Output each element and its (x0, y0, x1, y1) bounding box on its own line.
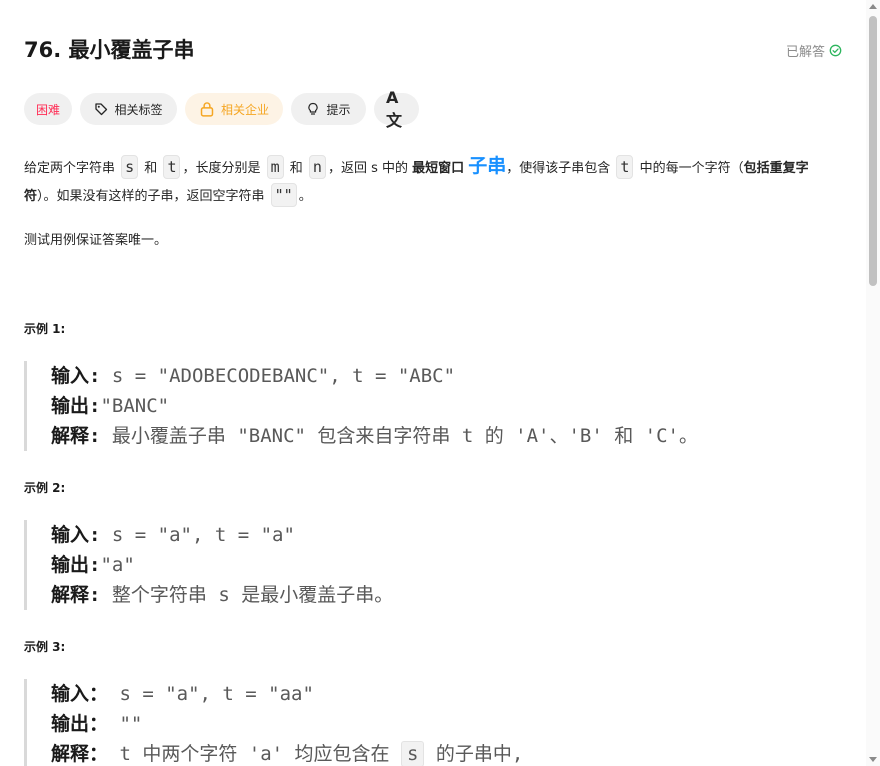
code-m: m (266, 155, 284, 179)
input-value: s = "a", t = "a" (100, 524, 295, 546)
code-s: s (121, 155, 139, 179)
output-value: "" (108, 713, 143, 735)
output-key: 输出： (51, 713, 109, 735)
title-row: 76. 最小覆盖子串 已解答 (24, 30, 842, 66)
code-n: n (308, 155, 326, 179)
difficulty-badge[interactable]: 困难 (24, 93, 72, 125)
code-s-inline: s (400, 741, 425, 766)
solved-status: 已解答 (786, 41, 842, 60)
problem-title[interactable]: 76. 最小覆盖子串 (24, 34, 195, 64)
vertical-scrollbar[interactable] (866, 0, 880, 766)
example-1-label: 示例 1: (24, 322, 66, 336)
explain-key: 解释： (51, 743, 109, 765)
desc-text: ，长度分别是 (182, 161, 265, 176)
input-value: s = "a", t = "aa" (108, 683, 314, 705)
example-output-line: 输出:"a" (51, 550, 393, 580)
tag-icon (95, 103, 108, 116)
input-key: 输入: (51, 365, 101, 387)
desc-text: 和 (140, 161, 162, 176)
example-explain-line: 解释: 最小覆盖子串 "BANC" 包含来自字符串 t 的 'A'、'B' 和 … (51, 421, 698, 451)
related-company-button[interactable]: 相关企业 (185, 93, 283, 125)
example-3-box: 输入： s = "a", t = "aa" 输出： "" 解释： t 中两个字符… (24, 679, 523, 766)
explain-key: 解释: (51, 584, 101, 606)
related-tags-label: 相关标签 (114, 102, 163, 117)
unique-answer-note: 测试用例保证答案唯一。 (24, 233, 168, 248)
input-key: 输入: (51, 524, 101, 546)
example-output-line: 输出:"BANC" (51, 391, 698, 421)
hint-label: 提示 (326, 102, 351, 117)
substring-link[interactable]: 子串 (468, 155, 506, 177)
example-2-box: 输入: s = "a", t = "a" 输出:"a" 解释: 整个字符串 s … (24, 520, 393, 610)
desc-text: ）。如果没有这样的子串，返回空字符串 (37, 189, 269, 204)
example-input-line: 输入: s = "ADOBECODEBANC", t = "ABC" (51, 361, 698, 391)
code-t: t (616, 155, 634, 179)
code-t: t (163, 155, 181, 179)
problem-statement: 给定两个字符串 s 和 t ，长度分别是 m 和 n ，返回 s 中的 最短窗口 子… (24, 152, 840, 211)
hint-button[interactable]: 提示 (291, 93, 366, 125)
desc-text: 。 (298, 189, 312, 204)
translate-button[interactable]: A文 (374, 88, 419, 130)
shortest-window-text: 最短窗口 (412, 161, 465, 176)
related-company-label: 相关企业 (220, 102, 269, 117)
desc-text: ，返回 s 中的 (327, 161, 413, 176)
example-1-box: 输入: s = "ADOBECODEBANC", t = "ABC" 输出:"B… (24, 361, 698, 451)
scroll-up-arrow-icon[interactable] (869, 4, 877, 9)
desc-text: 给定两个字符串 (24, 161, 120, 176)
explain-value: 整个字符串 s 是最小覆盖子串。 (100, 584, 394, 606)
input-key: 输入： (51, 683, 109, 705)
output-key: 输出: (51, 554, 101, 576)
explain-key: 解释: (51, 425, 101, 447)
example-2-label: 示例 2: (24, 481, 66, 495)
example-3-label: 示例 3: (24, 640, 66, 654)
check-circle-icon (829, 44, 842, 57)
explain-value: t 中两个字符 'a' 均应包含在 (108, 743, 401, 765)
example-explain-line: 解释: 整个字符串 s 是最小覆盖子串。 (51, 580, 393, 610)
explain-value: 的子串中, (424, 743, 524, 765)
tag-bar: 困难 相关标签 相关企业 提示 A文 (24, 88, 419, 130)
input-value: s = "ADOBECODEBANC", t = "ABC" (100, 365, 456, 387)
solved-label: 已解答 (785, 45, 825, 60)
output-key: 输出: (51, 395, 101, 417)
related-tags-button[interactable]: 相关标签 (80, 93, 177, 125)
desc-text: ，使得该子串包含 (506, 161, 615, 176)
problem-description-panel: 76. 最小覆盖子串 已解答 困难 相关标签 相关企业 提示 A文 给定两个字符… (0, 0, 866, 766)
example-input-line: 输入: s = "a", t = "a" (51, 520, 393, 550)
desc-text: 和 (285, 161, 307, 176)
desc-text: 中的每一个字符（ (635, 161, 744, 176)
example-input-line: 输入： s = "a", t = "aa" (51, 679, 523, 709)
scrollbar-thumb[interactable] (869, 16, 877, 286)
example-explain-line: 解释： t 中两个字符 'a' 均应包含在 s 的子串中, (51, 739, 523, 766)
example-output-line: 输出： "" (51, 709, 523, 739)
scroll-down-arrow-icon[interactable] (869, 757, 877, 762)
translate-icon: A文 (386, 87, 403, 130)
output-value: "BANC" (100, 395, 170, 417)
explain-value: 最小覆盖子串 "BANC" 包含来自字符串 t 的 'A'、'B' 和 'C'。 (100, 425, 698, 447)
lightbulb-icon (308, 102, 319, 115)
output-value: "a" (100, 554, 135, 576)
lock-icon (200, 102, 214, 117)
code-empty-string: "" (270, 183, 297, 207)
